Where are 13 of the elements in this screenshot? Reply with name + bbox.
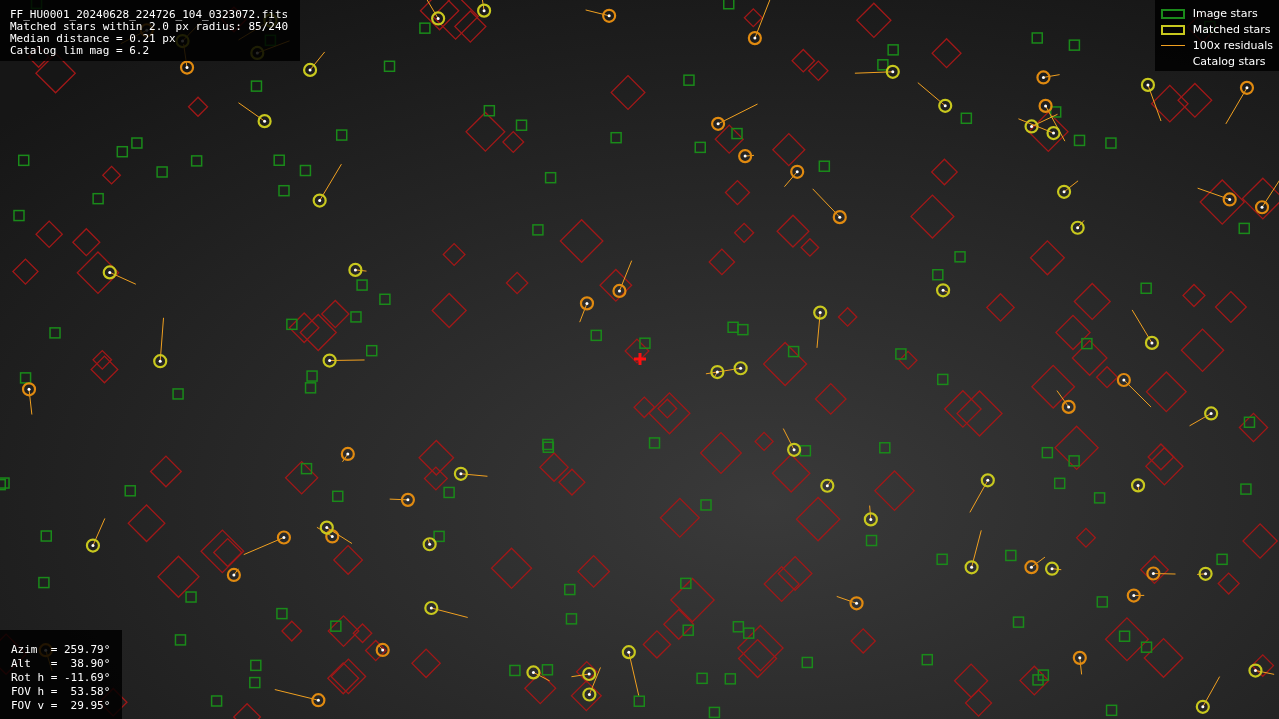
legend-label: Catalog stars — [1192, 54, 1266, 69]
info-text: Matched stars within 2.0 px radius: 85/240 — [10, 21, 289, 33]
pointing-text: FOV v = 29.95° — [11, 699, 111, 713]
pointing-text: Azim = 259.79° — [11, 643, 111, 657]
pointing-text: Alt = 38.90° — [11, 657, 111, 671]
info-text: FF_HU0001_20240628_224726_104_0323072.fits — [10, 9, 289, 21]
info-text: Median distance = 0.21 px — [10, 33, 177, 45]
legend-label: Matched stars — [1192, 22, 1271, 37]
info-text: Catalog lim mag = 6.2 — [10, 45, 151, 57]
legend-label: 100x residuals — [1192, 38, 1273, 53]
pointing-text: Rot h = -11.69° — [11, 671, 111, 685]
pointing-text: FOV h = 53.58° — [11, 685, 111, 699]
legend-label: Image stars — [1192, 6, 1258, 21]
